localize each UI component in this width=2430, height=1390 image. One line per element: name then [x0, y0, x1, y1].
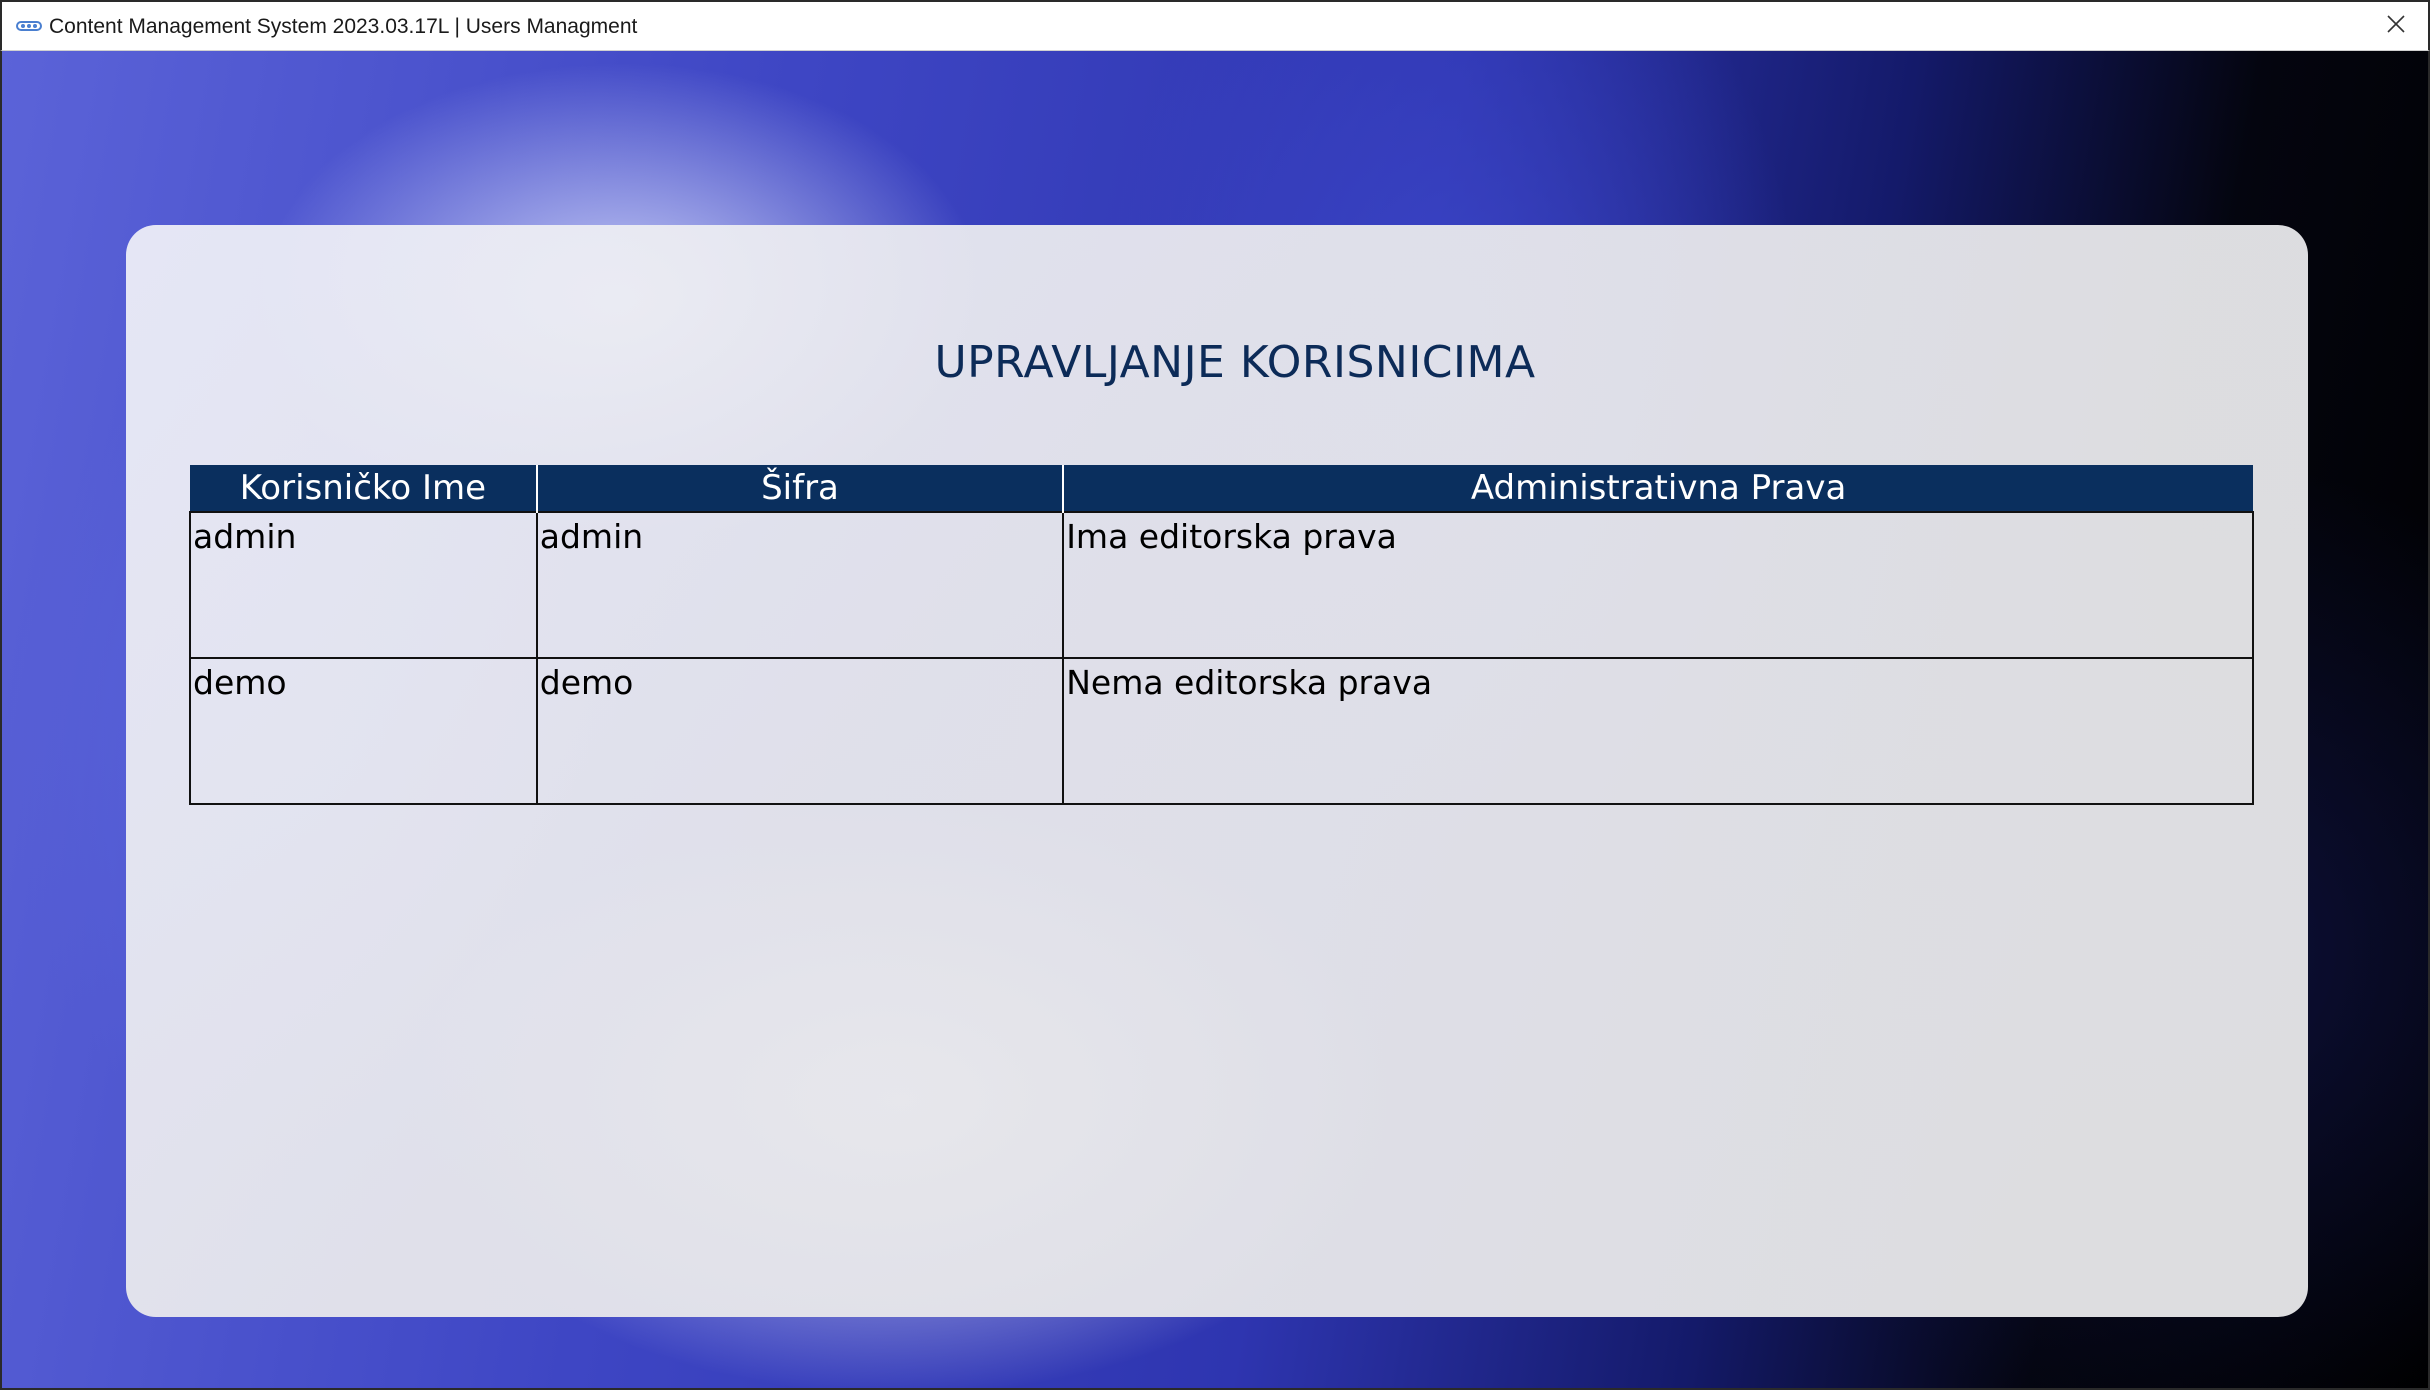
page-title: UPRAVLJANJE KORISNICIMA	[934, 337, 1536, 388]
close-button[interactable]	[2364, 2, 2428, 51]
cell-username[interactable]: demo	[189, 657, 538, 805]
cell-username[interactable]: admin	[189, 511, 538, 659]
app-window: Content Management System 2023.03.17L | …	[0, 0, 2430, 1390]
table-row[interactable]: admin admin Ima editorska prava	[189, 511, 2254, 659]
cell-admin-rights[interactable]: Nema editorska prava	[1062, 657, 2254, 805]
background-artwork: UPRAVLJANJE KORISNICIMA Korisničko Ime Š…	[0, 51, 2430, 1390]
cell-password[interactable]: admin	[535, 511, 1065, 659]
app-logo-icon	[16, 19, 42, 33]
header-admin-rights[interactable]: Administrativna Prava	[1062, 465, 2253, 512]
users-table: Korisničko Ime Šifra Administrativna Pra…	[189, 465, 2254, 805]
title-bar[interactable]: Content Management System 2023.03.17L | …	[0, 0, 2430, 51]
cell-password[interactable]: demo	[535, 657, 1065, 805]
users-panel: UPRAVLJANJE KORISNICIMA Korisničko Ime Š…	[126, 225, 2308, 1317]
header-password[interactable]: Šifra	[535, 465, 1065, 512]
cell-admin-rights[interactable]: Ima editorska prava	[1062, 511, 2254, 659]
table-header-row: Korisničko Ime Šifra Administrativna Pra…	[190, 465, 2253, 512]
table-row[interactable]: demo demo Nema editorska prava	[189, 657, 2254, 805]
header-username[interactable]: Korisničko Ime	[190, 465, 538, 512]
window-title: Content Management System 2023.03.17L | …	[49, 15, 638, 38]
close-icon	[2386, 14, 2406, 39]
